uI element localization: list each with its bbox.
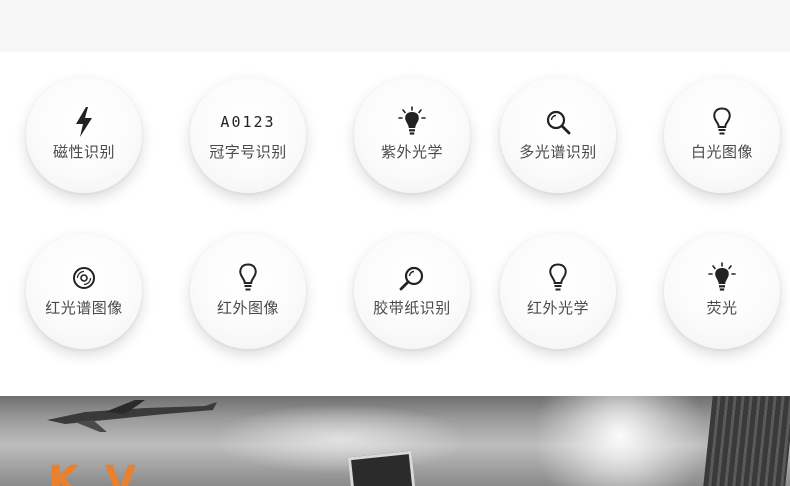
feature-label: 磁性识别 bbox=[52, 143, 115, 161]
feature-multispectral[interactable]: 多光谱识别 bbox=[500, 77, 616, 193]
feature-infrared-image[interactable]: 红外图像 bbox=[190, 233, 306, 349]
feature-white-light[interactable]: 白光图像 bbox=[664, 77, 780, 193]
feature-magnetic[interactable]: 磁性识别 bbox=[26, 77, 142, 193]
feature-label: 紫外光学 bbox=[380, 143, 443, 161]
serial-number-icon: A0123 bbox=[220, 106, 275, 138]
feature-label: 红光谱图像 bbox=[45, 299, 123, 317]
feature-label: 白光图像 bbox=[690, 143, 753, 161]
feature-fluorescence[interactable]: 荧光 bbox=[664, 233, 780, 349]
lightning-icon bbox=[74, 106, 94, 138]
bulb-rays-icon bbox=[397, 106, 427, 138]
feature-label: 红外光学 bbox=[526, 299, 589, 317]
bulb-outline-icon bbox=[547, 262, 569, 294]
bulb-outline-icon bbox=[711, 106, 733, 138]
banner-partial-text: K V bbox=[48, 458, 142, 486]
feature-infrared-optics[interactable]: 红外光学 bbox=[500, 233, 616, 349]
promo-banner: K V bbox=[0, 396, 790, 486]
feature-label: 荧光 bbox=[706, 299, 738, 317]
airplane-icon bbox=[47, 400, 217, 432]
bulb-outline-icon bbox=[237, 262, 259, 294]
disc-icon bbox=[72, 262, 96, 294]
serial-code-text: A0123 bbox=[220, 113, 276, 131]
feature-label: 多光谱识别 bbox=[519, 143, 597, 161]
features-panel: 磁性识别 A0123 冠字号识别 紫外光学 多光谱识别 白光图像 红光谱图像 红… bbox=[0, 52, 790, 396]
bulb-rays-icon bbox=[707, 262, 737, 294]
feature-red-spectrum[interactable]: 红光谱图像 bbox=[26, 233, 142, 349]
feature-label: 冠字号识别 bbox=[209, 143, 287, 161]
feature-label: 红外图像 bbox=[216, 299, 279, 317]
magnifier-icon bbox=[545, 106, 571, 138]
sun-glow-decoration bbox=[520, 396, 720, 486]
feature-label: 胶带纸识别 bbox=[373, 299, 451, 317]
feature-uv-optics[interactable]: 紫外光学 bbox=[354, 77, 470, 193]
magnifier-icon bbox=[399, 262, 425, 294]
top-band bbox=[0, 0, 790, 52]
feature-tape-detection[interactable]: 胶带纸识别 bbox=[354, 233, 470, 349]
device-decoration bbox=[347, 450, 417, 486]
feature-serial-number[interactable]: A0123 冠字号识别 bbox=[190, 77, 306, 193]
cloud-decoration bbox=[210, 404, 470, 474]
building-decoration bbox=[703, 396, 790, 486]
